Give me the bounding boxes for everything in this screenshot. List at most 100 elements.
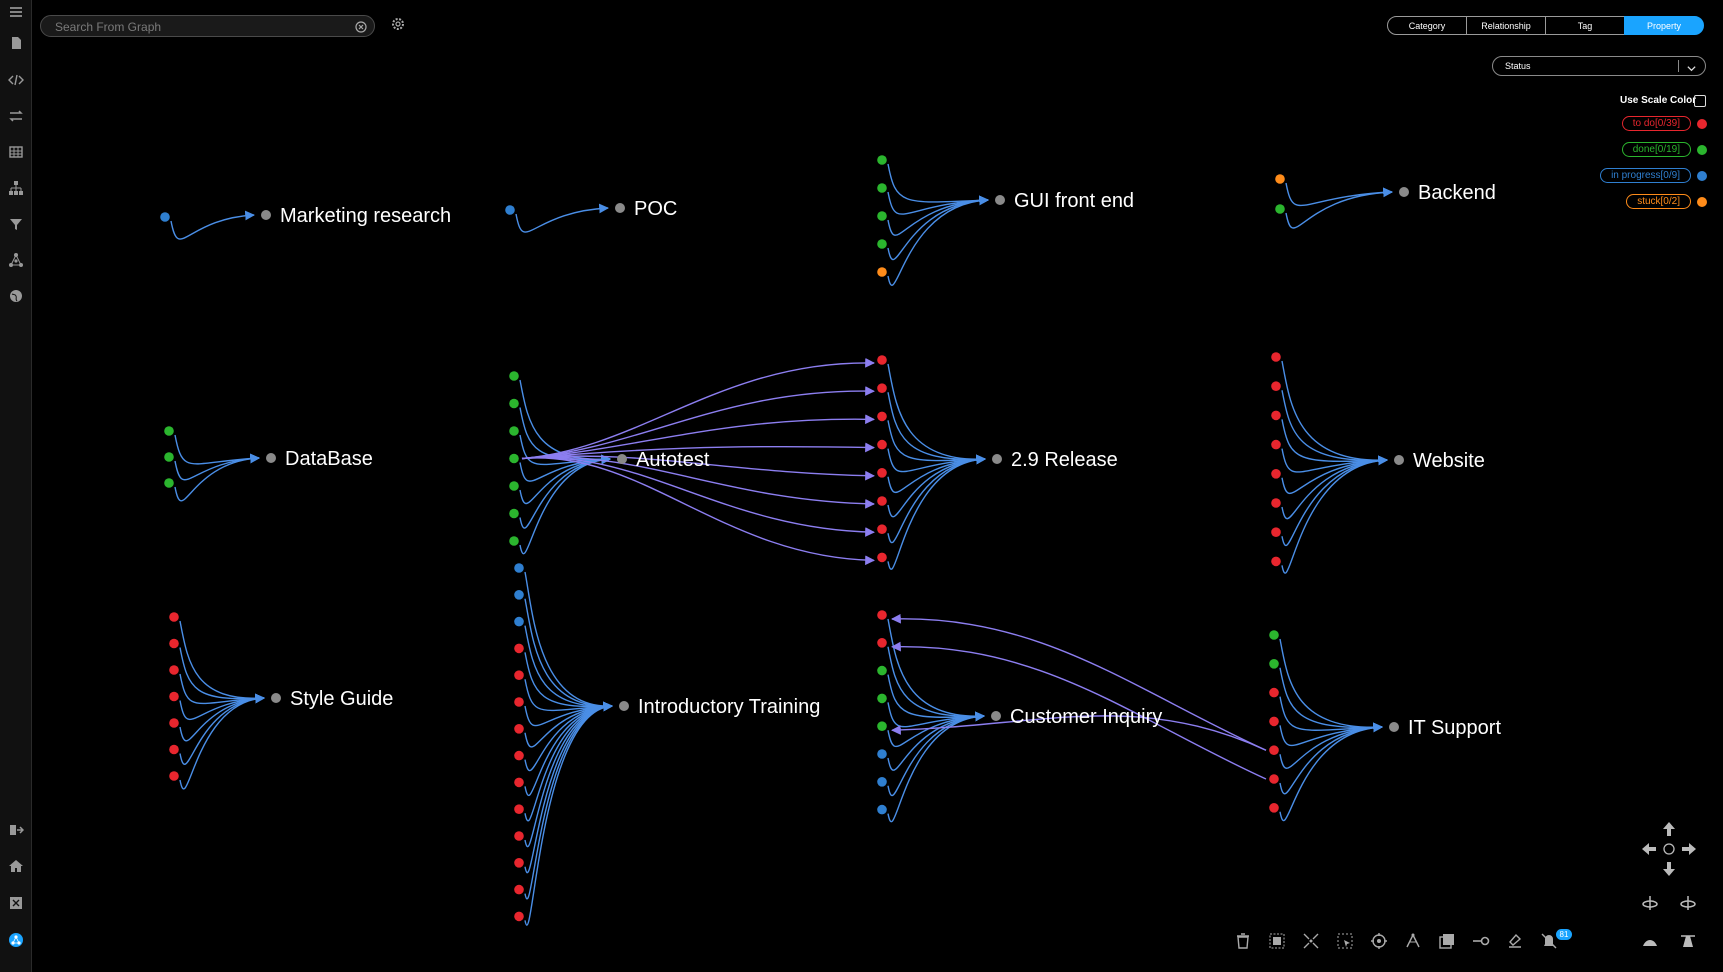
- edge-inquiry-7: [887, 711, 985, 823]
- hub-node-inquiry: [991, 711, 1001, 721]
- leaf-node-marketing-0: [160, 212, 170, 222]
- add-link-icon[interactable]: [1472, 932, 1490, 950]
- edge-inquiry-3: [887, 702, 985, 728]
- leaf-node-autotest-5: [509, 508, 519, 519]
- leaf-node-backend-1: [1275, 204, 1285, 214]
- clear-icon[interactable]: [1506, 932, 1524, 950]
- edge-database-1: [174, 453, 260, 481]
- hub-label-training: Introductory Training: [638, 696, 820, 718]
- layout-icon[interactable]: [1404, 932, 1422, 950]
- edge-website-1: [1281, 390, 1388, 466]
- hub-node-release: [992, 454, 1002, 464]
- rotate-left-icon[interactable]: [1641, 894, 1659, 912]
- edge-styleguide-0: [179, 620, 265, 704]
- reset-view-icon[interactable]: [1660, 840, 1678, 858]
- edge-release-7: [887, 454, 986, 570]
- edge-gui-0: [887, 163, 989, 206]
- hub-label-database: DataBase: [285, 448, 373, 470]
- hub-label-backend: Backend: [1418, 182, 1496, 204]
- leaf-node-database-0: [164, 426, 174, 436]
- hub-label-website: Website: [1413, 450, 1485, 472]
- leaf-node-autotest-6: [509, 536, 519, 546]
- leaf-node-inquiry-2: [877, 665, 887, 676]
- leaf-node-itsupport-4: [1269, 745, 1279, 755]
- tilt-up-icon[interactable]: [1679, 932, 1697, 950]
- leaf-node-training-11: [514, 858, 524, 868]
- tilt-down-icon[interactable]: [1641, 932, 1659, 950]
- edge-release-2: [887, 420, 986, 465]
- hub-node-gui: [995, 195, 1005, 205]
- leaf-node-autotest-4: [509, 481, 519, 491]
- leaf-node-inquiry-5: [877, 749, 887, 759]
- cross-edge-autotest-release-0: [521, 357, 875, 460]
- leaf-node-autotest-3: [509, 453, 519, 464]
- leaf-node-database-1: [164, 452, 174, 462]
- edge-inquiry-5: [887, 711, 985, 771]
- edge-itsupport-0: [1279, 638, 1383, 733]
- leaf-node-itsupport-3: [1269, 716, 1279, 727]
- leaf-node-training-0: [514, 563, 524, 573]
- leaf-node-release-1: [877, 383, 887, 394]
- select-all-icon[interactable]: [1268, 932, 1286, 950]
- leaf-node-website-2: [1271, 410, 1281, 421]
- pan-up-icon[interactable]: [1660, 820, 1678, 838]
- hub-node-autotest: [617, 454, 627, 464]
- leaf-node-autotest-1: [509, 398, 519, 409]
- pan-right-icon[interactable]: [1680, 840, 1698, 858]
- nodes-layer: [160, 155, 1409, 922]
- leaf-node-itsupport-5: [1269, 774, 1279, 784]
- edge-itsupport-1: [1279, 667, 1383, 733]
- edge-itsupport-6: [1279, 722, 1383, 822]
- graph-canvas[interactable]: Marketing research POC GUI front end Backen…: [0, 0, 1723, 972]
- expand-icon[interactable]: [1302, 932, 1320, 950]
- leaf-node-release-0: [877, 355, 887, 365]
- edge-gui-4: [887, 195, 989, 286]
- edge-website-7: [1281, 455, 1388, 574]
- edge-styleguide-6: [179, 693, 265, 790]
- hub-label-gui: GUI front end: [1014, 190, 1134, 212]
- edge-autotest-6: [519, 454, 611, 555]
- edge-website-0: [1281, 360, 1388, 466]
- edge-inquiry-2: [887, 674, 985, 722]
- pan-left-icon[interactable]: [1640, 840, 1658, 858]
- leaf-node-training-9: [514, 804, 524, 814]
- leaf-node-training-2: [514, 616, 524, 627]
- leaf-node-backend-0: [1275, 174, 1285, 184]
- leaf-node-autotest-2: [509, 426, 519, 436]
- notification-count-badge: 81: [1556, 929, 1572, 940]
- leaf-node-inquiry-4: [877, 721, 887, 731]
- hub-node-backend: [1399, 187, 1409, 197]
- leaf-node-itsupport-6: [1269, 803, 1279, 813]
- leaf-node-itsupport-2: [1269, 687, 1279, 698]
- leaf-node-styleguide-1: [169, 638, 179, 649]
- leaf-node-itsupport-0: [1269, 630, 1279, 640]
- leaf-node-release-2: [877, 411, 887, 422]
- leaf-node-styleguide-3: [169, 691, 179, 702]
- edge-training-3: [524, 652, 613, 712]
- duplicate-icon[interactable]: [1438, 932, 1456, 950]
- hub-node-marketing: [261, 210, 271, 220]
- pan-down-icon[interactable]: [1660, 860, 1678, 878]
- focus-icon[interactable]: [1370, 932, 1388, 950]
- leaf-node-training-13: [514, 911, 524, 922]
- edge-website-6: [1281, 455, 1388, 546]
- edge-training-0: [524, 571, 613, 712]
- leaf-node-training-4: [514, 670, 524, 680]
- marquee-select-icon[interactable]: [1336, 932, 1354, 950]
- leaf-node-training-8: [514, 777, 524, 788]
- leaf-node-website-4: [1271, 469, 1281, 479]
- edge-itsupport-5: [1279, 722, 1383, 795]
- hub-node-styleguide: [271, 693, 281, 703]
- rotate-right-icon[interactable]: [1679, 894, 1697, 912]
- leaf-node-styleguide-0: [169, 612, 179, 622]
- leaf-node-training-3: [514, 643, 524, 654]
- leaf-node-styleguide-2: [169, 665, 179, 675]
- leaf-node-gui-2: [877, 211, 887, 221]
- trash-icon[interactable]: [1234, 932, 1252, 950]
- hub-label-release: 2.9 Release: [1011, 449, 1118, 471]
- edge-release-4: [887, 454, 986, 494]
- hub-node-itsupport: [1389, 722, 1399, 732]
- edge-inquiry-0: [887, 618, 985, 722]
- leaf-node-inquiry-1: [877, 638, 887, 648]
- leaf-node-inquiry-7: [877, 804, 887, 815]
